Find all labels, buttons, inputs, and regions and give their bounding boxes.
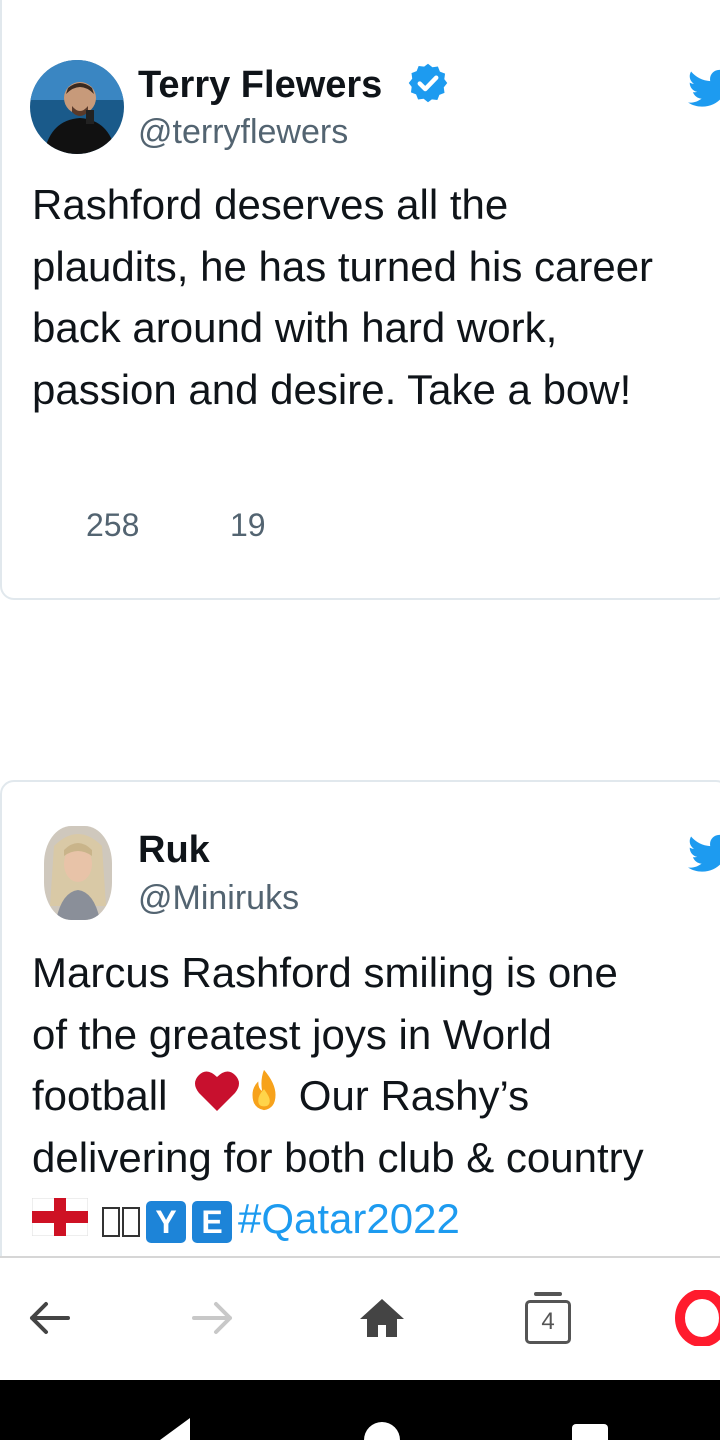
system-recents-icon	[572, 1424, 608, 1440]
letter-e-badge: E	[192, 1200, 232, 1243]
forward-button[interactable]	[174, 1278, 254, 1358]
hashtag-link[interactable]: #Qatar2022	[238, 1195, 460, 1242]
tabs-icon: 4	[525, 1292, 571, 1344]
fire-icon	[241, 1068, 287, 1131]
missing-glyph-icon	[122, 1206, 140, 1237]
tweet-text-line-with-emoji: football Our Rashy’s	[32, 1065, 720, 1127]
browser-toolbar: 4	[0, 1256, 720, 1382]
forward-arrow-icon	[192, 1302, 232, 1334]
tabs-count: 4	[525, 1300, 571, 1344]
tweet-text-line: Rashford deserves all the	[32, 181, 509, 228]
tweet-text-line: back around with hard work,	[32, 304, 558, 351]
twitter-bird-icon[interactable]	[687, 834, 720, 874]
tweet-text-line: of the greatest joys in World	[32, 1010, 552, 1058]
twitter-bird-icon[interactable]	[687, 69, 720, 109]
tweet-card-ruk[interactable]: Ruk @Miniruks Marcus Rashford smiling is…	[0, 780, 720, 1300]
tweet-text-line: plaudits, he has turned his career	[32, 242, 654, 290]
system-back-icon	[160, 1418, 190, 1440]
opera-menu-button[interactable]	[668, 1278, 720, 1358]
tweet-text: Marcus Rashford smiling is one of the gr…	[32, 942, 720, 1250]
system-home-icon	[364, 1422, 400, 1440]
back-button[interactable]	[8, 1278, 88, 1358]
avatar[interactable]	[44, 826, 112, 920]
opera-logo-icon	[675, 1290, 720, 1346]
tweet-text: Rashford deserves all the plaudits, he h…	[32, 174, 720, 420]
author-name[interactable]: Ruk	[138, 828, 210, 872]
tweet-card-terry[interactable]: Terry Flewers @terryflewers Rashford des…	[0, 0, 720, 600]
red-heart-icon	[193, 1068, 241, 1130]
letter-y-badge: Y	[146, 1200, 186, 1243]
tweet-text-fragment: football	[32, 1072, 168, 1119]
retweet-count[interactable]: 19	[230, 507, 266, 544]
author-name[interactable]: Terry Flewers	[138, 63, 382, 107]
home-button[interactable]	[342, 1278, 422, 1358]
tweet-text-line: Marcus Rashford smiling is one	[32, 949, 618, 996]
tweet-text-line-emoji-hashtag: Y E #Qatar2022	[32, 1188, 720, 1250]
back-arrow-icon	[30, 1302, 70, 1334]
tweet-text-fragment: Our Rashy’s	[287, 1072, 530, 1119]
england-flag-icon	[32, 1191, 89, 1249]
author-handle[interactable]: @Miniruks	[138, 878, 299, 918]
missing-glyph-icon	[102, 1206, 120, 1237]
author-handle[interactable]: @terryflewers	[138, 112, 348, 152]
system-navigation-bar	[0, 1380, 720, 1440]
like-count[interactable]: 258	[86, 507, 139, 544]
home-icon	[360, 1299, 404, 1337]
verified-badge-icon	[406, 61, 450, 105]
tweet-text-line: passion and desire. Take a bow!	[32, 365, 632, 413]
tweet-text-line: delivering for both club & country	[32, 1133, 644, 1181]
tabs-button[interactable]: 4	[508, 1278, 588, 1358]
avatar[interactable]	[30, 60, 124, 154]
